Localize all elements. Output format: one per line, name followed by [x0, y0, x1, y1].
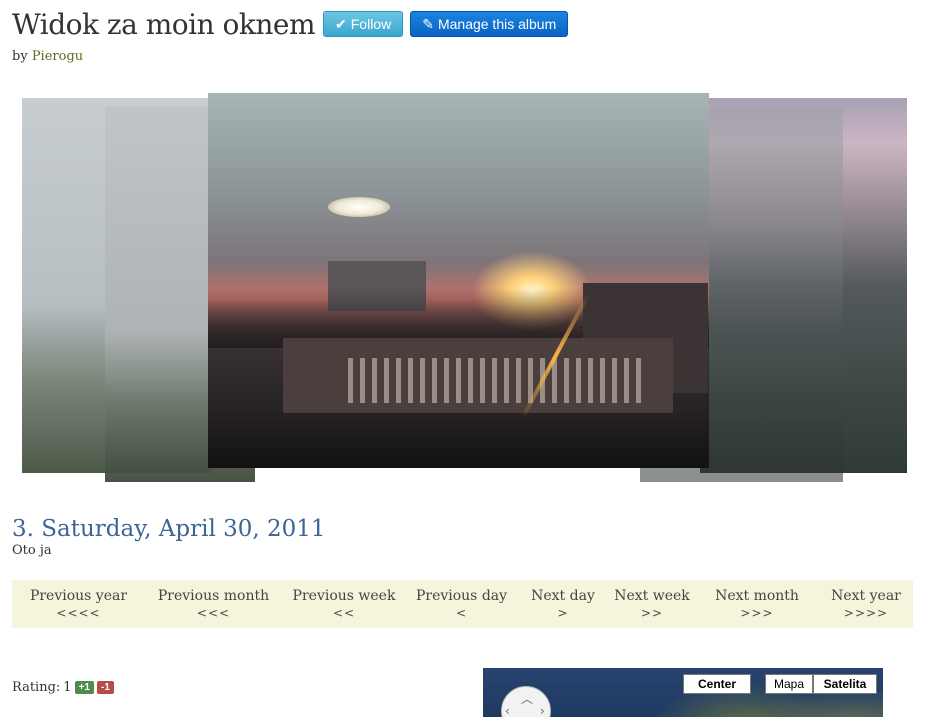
album-title: Widok za moin oknem [12, 7, 316, 41]
nav-label: Previous year [29, 588, 128, 604]
nav-label: Next month [715, 588, 799, 604]
nav-label: Next year [831, 588, 901, 604]
map-center-button[interactable]: Center [683, 674, 751, 694]
author-link[interactable]: Pierogu [32, 49, 83, 64]
rating: Rating: 1 +1 -1 [12, 680, 114, 695]
photo-carousel [0, 88, 939, 488]
nav-previous-week[interactable]: Previous week << [282, 580, 406, 628]
nav-next-year[interactable]: Next year >>>> [819, 580, 913, 628]
nav-previous-month[interactable]: Previous month <<< [145, 580, 282, 628]
nav-arrows: <<<< [56, 606, 101, 620]
map-type-mapa-button[interactable]: Mapa [765, 674, 813, 694]
nav-label: Previous day [415, 588, 508, 604]
photo-windows [348, 358, 648, 403]
nav-arrows: >>>> [843, 606, 889, 620]
entry-caption: Oto ja [12, 543, 52, 558]
pan-control[interactable]: ︿ ‹ › [501, 686, 551, 717]
edit-icon: ✎ [422, 15, 434, 32]
check-icon: ✔ [335, 15, 347, 32]
date-navigation: Previous year <<<< Previous month <<< Pr… [12, 580, 913, 628]
manage-album-button[interactable]: ✎ Manage this album [410, 11, 569, 37]
photo-shade [208, 408, 709, 468]
map-type-satelita-button[interactable]: Satelita [813, 674, 877, 694]
rating-value: 1 [63, 680, 72, 695]
location-map[interactable]: ︿ ‹ › Center Mapa Satelita [483, 668, 883, 717]
chevron-right-icon[interactable]: › [540, 704, 545, 717]
nav-arrows: << [332, 606, 356, 620]
nav-arrows: >> [640, 606, 664, 620]
rating-label: Rating: [12, 680, 61, 695]
nav-next-day[interactable]: Next day > [517, 580, 609, 628]
nav-label: Previous week [292, 588, 396, 604]
nav-arrows: < [455, 606, 468, 620]
photo-current[interactable] [208, 93, 709, 468]
nav-next-month[interactable]: Next month >>> [695, 580, 819, 628]
nav-arrows: > [557, 606, 569, 620]
nav-arrows: >>> [740, 606, 774, 620]
entry-date-title: 3. Saturday, April 30, 2011 [12, 516, 326, 542]
follow-button[interactable]: ✔ Follow [323, 11, 404, 37]
chevron-left-icon[interactable]: ‹ [505, 704, 510, 717]
nav-label: Previous month [157, 588, 270, 604]
chevron-up-icon[interactable]: ︿ [521, 690, 533, 707]
downvote-button[interactable]: -1 [96, 681, 114, 694]
window-reflection [328, 197, 390, 217]
follow-label: Follow [350, 16, 392, 32]
by-prefix: by [12, 49, 28, 64]
byline: by Pierogu [12, 49, 83, 64]
album-header: Widok za moin oknem ✔ Follow ✎ Manage th… [12, 6, 575, 42]
manage-label: Manage this album [437, 16, 557, 32]
nav-arrows: <<< [196, 606, 231, 620]
entry-info: 3. Saturday, April 30, 2011 Oto ja [12, 516, 326, 558]
nav-label: Next day [531, 588, 595, 604]
nav-previous-day[interactable]: Previous day < [406, 580, 517, 628]
nav-previous-year[interactable]: Previous year <<<< [12, 580, 145, 628]
nav-label: Next week [614, 588, 690, 604]
upvote-button[interactable]: +1 [74, 681, 94, 694]
nav-next-week[interactable]: Next week >> [609, 580, 695, 628]
